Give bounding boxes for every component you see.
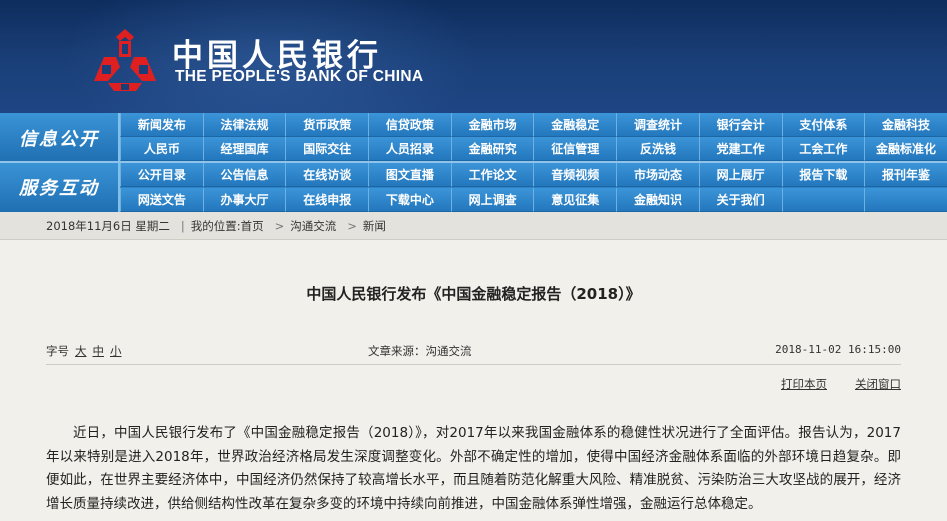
nav-item-section1-5[interactable]: 金融稳定: [533, 113, 617, 137]
nav-item-section2-1[interactable]: 公告信息: [202, 163, 286, 187]
nav-item-section2-14[interactable]: 网上调查: [450, 187, 534, 212]
nav-item-section2-6[interactable]: 市场动态: [616, 163, 699, 187]
breadcrumb-level3[interactable]: 新闻: [363, 218, 386, 234]
nav-item-section1-16[interactable]: 反洗钱: [616, 137, 699, 161]
nav-item-section1-8[interactable]: 支付体系: [781, 113, 865, 137]
print-page-link[interactable]: 打印本页: [781, 377, 827, 391]
nav-item-section1-3[interactable]: 信贷政策: [368, 113, 451, 137]
font-size-medium-link[interactable]: 中: [93, 344, 105, 358]
pboc-emblem-icon[interactable]: [90, 27, 160, 91]
close-window-link[interactable]: 关闭窗口: [855, 377, 901, 391]
nav-item-section1-12[interactable]: 国际交往: [285, 137, 369, 161]
nav-item-section1-2[interactable]: 货币政策: [285, 113, 369, 137]
nav-item-section2-3[interactable]: 图文直播: [368, 163, 451, 187]
font-size-small-link[interactable]: 小: [110, 344, 122, 358]
nav-section-service-interaction[interactable]: 服务互动: [0, 162, 120, 212]
nav-item-section1-11[interactable]: 经理国库: [202, 137, 286, 161]
breadcrumb-bar: 2018年11月6日 星期二 | 我的位置: 首页 > 沟通交流 > 新闻: [0, 212, 947, 240]
nav-item-section1-15[interactable]: 征信管理: [533, 137, 617, 161]
meta-divider: [46, 364, 901, 365]
current-date: 2018年11月6日 星期二: [46, 218, 170, 233]
nav-grid-info-disclosure: 新闻发布 法律法规 货币政策 信贷政策 金融市场 金融稳定 调查统计 银行会计 支付体系 金融科技…: [120, 113, 947, 161]
article-meta: 字号大中小 文章来源：沟通交流 2018-11-02 16:15:00: [46, 343, 901, 359]
nav-item-section2-16[interactable]: 金融知识: [616, 187, 699, 212]
breadcrumb-level2[interactable]: 沟通交流: [290, 218, 336, 234]
nav-item-section1-0[interactable]: 新闻发布: [120, 113, 203, 137]
nav-section-info-disclosure[interactable]: 信息公开: [0, 113, 120, 162]
article-title: 中国人民银行发布《中国金融稳定报告（2018）》: [306, 285, 641, 303]
nav-item-section2-13[interactable]: 下载中心: [368, 187, 451, 212]
breadcrumb-home[interactable]: 首页: [241, 218, 264, 234]
location-label: 我的位置:: [190, 218, 241, 233]
nav-item-section1-1[interactable]: 法律法规: [202, 113, 286, 137]
nav-grid-service-interaction: 公开目录 公告信息 在线访谈 图文直播 工作论文 音频视频 市场动态 网上展厅 报告下载 报刊年鉴…: [120, 163, 947, 212]
font-size-label: 字号: [46, 344, 69, 358]
nav-item-section1-18[interactable]: 工会工作: [781, 137, 865, 161]
article-body: 近日，中国人民银行发布了《中国金融稳定报告（2018）》，对2017年以来我国金…: [46, 425, 901, 512]
logo-english-name[interactable]: THE PEOPLE'S BANK OF CHINA: [175, 68, 423, 86]
nav-item-section2-11[interactable]: 办事大厅: [202, 187, 286, 212]
nav-item-section2-4[interactable]: 工作论文: [450, 163, 534, 187]
nav-item-section2-0[interactable]: 公开目录: [120, 163, 203, 187]
nav-item-section1-10[interactable]: 人民币: [120, 137, 203, 161]
nav-item-section2-7[interactable]: 网上展厅: [698, 163, 782, 187]
nav-item-section2-9[interactable]: 报刊年鉴: [864, 163, 947, 187]
breadcrumb-chevron-icon: >: [274, 218, 285, 233]
article-source: 文章来源：沟通交流: [368, 344, 472, 358]
article-datetime: 2018-11-02 16:15:00: [775, 343, 901, 356]
nav-item-section2-2[interactable]: 在线访谈: [285, 163, 369, 187]
breadcrumb-separator: |: [180, 218, 185, 233]
nav-item-section2-8[interactable]: 报告下载: [781, 163, 865, 187]
nav-item-section1-17[interactable]: 党建工作: [698, 137, 782, 161]
site-header: 中国人民银行 THE PEOPLE'S BANK OF CHINA: [0, 0, 947, 113]
nav-item-section2-12[interactable]: 在线申报: [285, 187, 369, 212]
main-navigation: 信息公开 服务互动 新闻发布 法律法规 货币政策 信贷政策 金融市场 金融稳定 调查统计 银行…: [0, 113, 947, 212]
nav-item-section1-7[interactable]: 银行会计: [698, 113, 782, 137]
article-tools: 打印本页 关闭窗口: [753, 376, 901, 392]
nav-item-section1-4[interactable]: 金融市场: [450, 113, 534, 137]
nav-item-section2-15[interactable]: 意见征集: [533, 187, 617, 212]
nav-item-section1-13[interactable]: 人员招录: [368, 137, 451, 161]
nav-item-section1-19[interactable]: 金融标准化: [864, 137, 947, 161]
font-size-large-link[interactable]: 大: [75, 344, 87, 358]
nav-item-section1-6[interactable]: 调查统计: [616, 113, 699, 137]
nav-empty-cell: [781, 187, 865, 212]
nav-item-section2-17[interactable]: 关于我们: [698, 187, 782, 212]
font-size-controls: 字号大中小: [46, 343, 122, 359]
nav-item-section2-10[interactable]: 网送文告: [120, 187, 203, 212]
nav-item-section1-9[interactable]: 金融科技: [864, 113, 947, 137]
nav-item-section1-14[interactable]: 金融研究: [450, 137, 534, 161]
nav-item-section2-5[interactable]: 音频视频: [533, 163, 617, 187]
breadcrumb-chevron-icon: >: [347, 218, 357, 233]
nav-empty-cell: [864, 187, 947, 212]
